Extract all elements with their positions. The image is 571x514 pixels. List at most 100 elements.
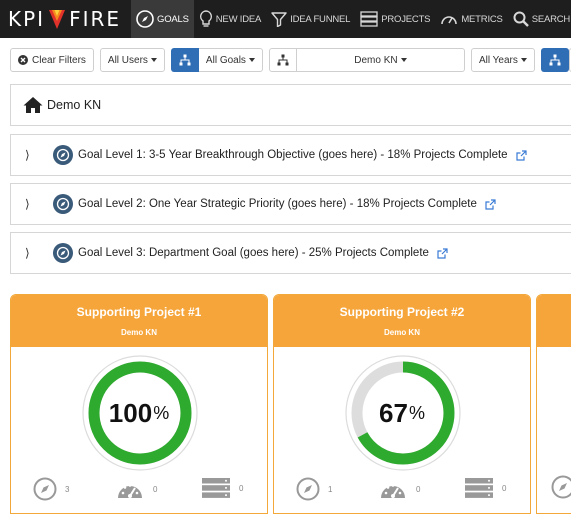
project-title[interactable]: Supporting Project #1 xyxy=(77,305,202,319)
compass-icon xyxy=(296,477,320,501)
project-title[interactable]: Supporting Project #2 xyxy=(340,305,465,319)
chevron-right-icon[interactable]: ⟩ xyxy=(25,197,51,211)
chevron-down-icon xyxy=(150,58,157,62)
compass-icon xyxy=(53,243,73,263)
goal-label: Goal Level 1: 3-5 Year Breakthrough Obje… xyxy=(78,149,508,161)
clear-filters-label: Clear Filters xyxy=(32,54,86,66)
gauge-icon xyxy=(118,484,142,498)
chevron-right-icon[interactable]: ⟩ xyxy=(25,148,51,162)
main-nav: Goals New Idea Idea Funnel Projects xyxy=(131,0,571,38)
nav-idea-funnel[interactable]: Idea Funnel xyxy=(266,0,355,38)
projects-stat[interactable]: 0 xyxy=(201,477,243,499)
compass-icon xyxy=(53,145,73,165)
nav-new-idea-label: New Idea xyxy=(215,13,262,25)
percent-symbol: % xyxy=(153,402,170,423)
project-card[interactable]: Supporting Project #1 Demo KN 100% 3 0 0 xyxy=(10,294,268,514)
progress-percent: 100% xyxy=(11,355,267,471)
goal-hierarchy-toggle[interactable] xyxy=(170,48,199,72)
filter-bar: Clear Filters All Users All Goals Demo K… xyxy=(10,48,571,72)
search-icon xyxy=(513,11,529,27)
logo-text-fire: FIRE xyxy=(69,7,122,31)
users-dropdown-label: All Users xyxy=(107,54,148,66)
clear-filters-button[interactable]: Clear Filters xyxy=(10,48,94,72)
org-dropdown[interactable]: Demo KN xyxy=(296,48,465,72)
nav-metrics-label: Metrics xyxy=(461,13,503,25)
hierarchy-icon xyxy=(549,54,561,66)
progress-percent: 67% xyxy=(274,355,530,471)
goal-label: Goal Level 3: Department Goal (goes here… xyxy=(78,247,429,259)
project-card-header: Supporting Project #1 Demo KN xyxy=(11,295,267,347)
projects-stat[interactable]: 0 xyxy=(464,477,506,499)
gauge-icon xyxy=(441,16,458,25)
external-link-icon[interactable] xyxy=(515,149,527,161)
gauge-icon xyxy=(381,484,405,498)
goals-stat[interactable]: 3 xyxy=(33,477,69,501)
top-nav: KPI FIRE Goals New Idea Idea xyxy=(0,0,571,38)
nav-goals[interactable]: Goals xyxy=(131,0,194,38)
server-stack-icon xyxy=(465,478,493,498)
chevron-down-icon xyxy=(400,58,407,62)
goals-dropdown-label: All Goals xyxy=(205,54,246,66)
projects-count: 0 xyxy=(239,483,244,493)
goals-stat[interactable]: 1 xyxy=(296,477,332,501)
compass-icon xyxy=(53,194,73,214)
goals-count: 3 xyxy=(65,484,70,494)
project-stats: 1 0 0 xyxy=(274,477,530,507)
funnel-icon xyxy=(271,12,287,27)
years-dropdown-label: All Years xyxy=(478,54,518,66)
nav-goals-label: Goals xyxy=(157,13,189,25)
year-hierarchy-toggle[interactable] xyxy=(540,48,569,72)
flame-icon xyxy=(49,10,66,29)
project-org: Demo KN xyxy=(383,328,420,337)
nav-projects[interactable]: Projects xyxy=(355,0,435,38)
goal-label: Goal Level 2: One Year Strategic Priorit… xyxy=(78,198,477,210)
nav-projects-label: Projects xyxy=(381,13,431,25)
external-link-icon[interactable] xyxy=(437,247,448,259)
goal-row[interactable]: ⟩ Goal Level 1: 3-5 Year Breakthrough Ob… xyxy=(10,134,571,176)
nav-search-label: Search xyxy=(531,13,571,25)
org-dropdown-label: Demo KN xyxy=(354,54,398,66)
projects-count: 0 xyxy=(502,483,507,493)
external-link-icon[interactable] xyxy=(485,198,496,210)
metrics-stat[interactable]: 0 xyxy=(115,477,157,501)
hierarchy-icon xyxy=(179,54,191,66)
goals-dropdown[interactable]: All Goals xyxy=(198,48,263,72)
logo-text-kpi: KPI xyxy=(8,7,46,31)
project-card-header xyxy=(537,295,571,347)
metrics-stat[interactable]: 0 xyxy=(378,477,420,501)
nav-metrics[interactable]: Metrics xyxy=(435,0,507,38)
nav-new-idea[interactable]: New Idea xyxy=(194,0,266,38)
goal-row[interactable]: ⟩ Goal Level 3: Department Goal (goes he… xyxy=(10,232,571,274)
lightbulb-icon xyxy=(199,10,212,27)
logo[interactable]: KPI FIRE xyxy=(8,0,121,38)
close-circle-icon xyxy=(18,55,28,65)
org-hierarchy-toggle[interactable] xyxy=(268,48,297,72)
percent-value: 67 xyxy=(379,397,408,428)
project-card-partial[interactable] xyxy=(536,294,571,514)
chevron-right-icon[interactable]: ⟩ xyxy=(25,246,51,260)
metrics-count: 0 xyxy=(416,484,421,494)
project-org: Demo KN xyxy=(120,328,157,337)
years-dropdown[interactable]: All Years xyxy=(470,48,535,72)
goal-row[interactable]: ⟩ Goal Level 2: One Year Strategic Prior… xyxy=(10,183,571,225)
compass-icon xyxy=(551,475,571,504)
compass-icon xyxy=(33,477,57,501)
home-icon xyxy=(23,97,43,113)
server-stack-icon xyxy=(202,478,230,498)
project-card-header: Supporting Project #2 Demo KN xyxy=(274,295,530,347)
goals-count: 1 xyxy=(328,484,333,494)
project-card[interactable]: Supporting Project #2 Demo KN 67% 1 0 0 xyxy=(273,294,531,514)
users-dropdown[interactable]: All Users xyxy=(99,48,165,72)
percent-symbol: % xyxy=(408,402,425,423)
org-name: Demo KN xyxy=(47,98,102,112)
server-stack-icon xyxy=(360,11,378,27)
nav-idea-funnel-label: Idea Funnel xyxy=(290,13,351,25)
nav-search[interactable]: Search xyxy=(508,0,571,38)
org-breadcrumb[interactable]: Demo KN xyxy=(10,84,571,126)
project-stats: 3 0 0 xyxy=(11,477,267,507)
metrics-count: 0 xyxy=(153,484,158,494)
hierarchy-icon xyxy=(277,54,289,66)
chevron-down-icon xyxy=(248,58,255,62)
chevron-down-icon xyxy=(520,58,527,62)
compass-icon xyxy=(136,10,154,28)
